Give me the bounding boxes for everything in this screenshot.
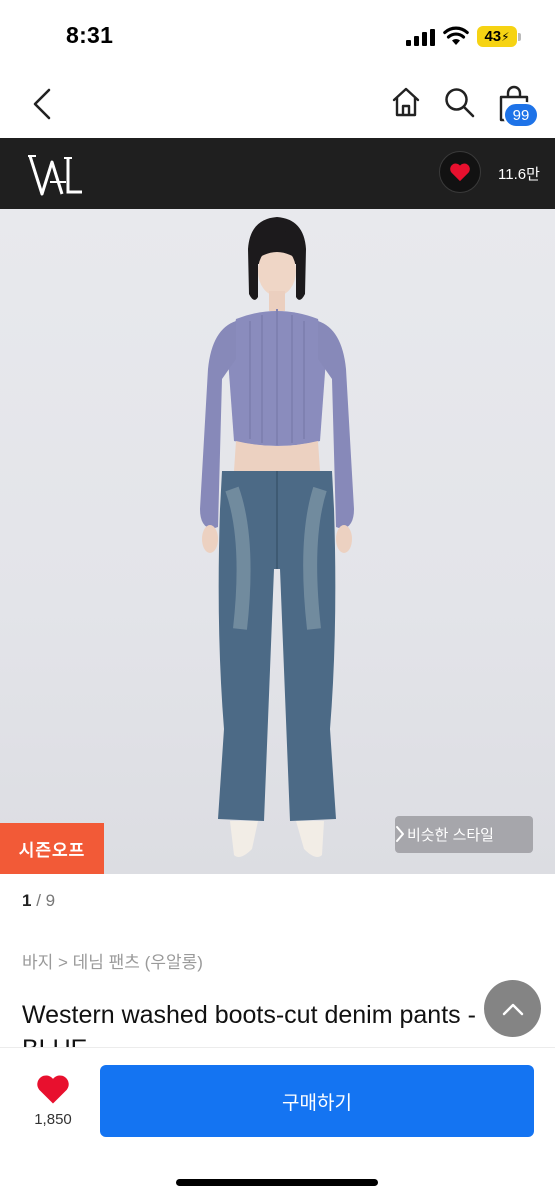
- battery-tip: [518, 33, 521, 41]
- model-photo: [200, 217, 354, 857]
- wishlist-count: 1,850: [34, 1111, 72, 1128]
- product-image[interactable]: 시즌오프 비슷한 스타일: [0, 209, 555, 874]
- status-bar: 8:31 43 ⚡: [0, 0, 555, 70]
- home-button[interactable]: [388, 84, 424, 120]
- wifi-icon: [443, 26, 469, 45]
- image-pager: 1 / 9: [22, 891, 55, 911]
- signal-icon: [406, 29, 435, 46]
- chevron-left-icon: [33, 88, 51, 120]
- heart-icon: [450, 163, 470, 182]
- cart-count-badge: 99: [503, 102, 539, 128]
- chevron-up-icon: [502, 1003, 523, 1015]
- home-icon: [392, 87, 420, 117]
- page-total: 9: [45, 891, 56, 910]
- battery-level: 43: [484, 28, 502, 45]
- home-indicator[interactable]: [176, 1179, 378, 1186]
- brand-like-count: 11.6만: [498, 166, 540, 183]
- scroll-top-button[interactable]: [484, 980, 541, 1037]
- chevron-right-icon: [396, 826, 404, 842]
- season-off-badge: 시즌오프: [0, 823, 104, 874]
- brand-like-button[interactable]: [439, 151, 481, 193]
- similar-style-button[interactable]: 비슷한 스타일: [395, 816, 533, 853]
- back-button[interactable]: [26, 84, 58, 124]
- brand-logo[interactable]: [26, 148, 84, 198]
- status-time: 8:31: [66, 22, 114, 48]
- bottom-action-bar: 1,850 구매하기: [0, 1047, 555, 1200]
- search-button[interactable]: [441, 84, 477, 120]
- wishlist-heart-icon[interactable]: [35, 1073, 71, 1105]
- page-separator: /: [36, 891, 41, 910]
- page-current: 1: [22, 891, 32, 910]
- search-icon: [445, 88, 475, 118]
- battery-icon: 43 ⚡: [477, 26, 517, 47]
- category-breadcrumb[interactable]: 바지 > 데님 팬츠 (우알롱): [22, 948, 203, 973]
- brand-bar[interactable]: 11.6만: [0, 138, 555, 209]
- buy-button[interactable]: 구매하기: [100, 1065, 534, 1137]
- similar-style-label: 비슷한 스타일: [407, 827, 494, 844]
- nav-bar: [0, 70, 555, 138]
